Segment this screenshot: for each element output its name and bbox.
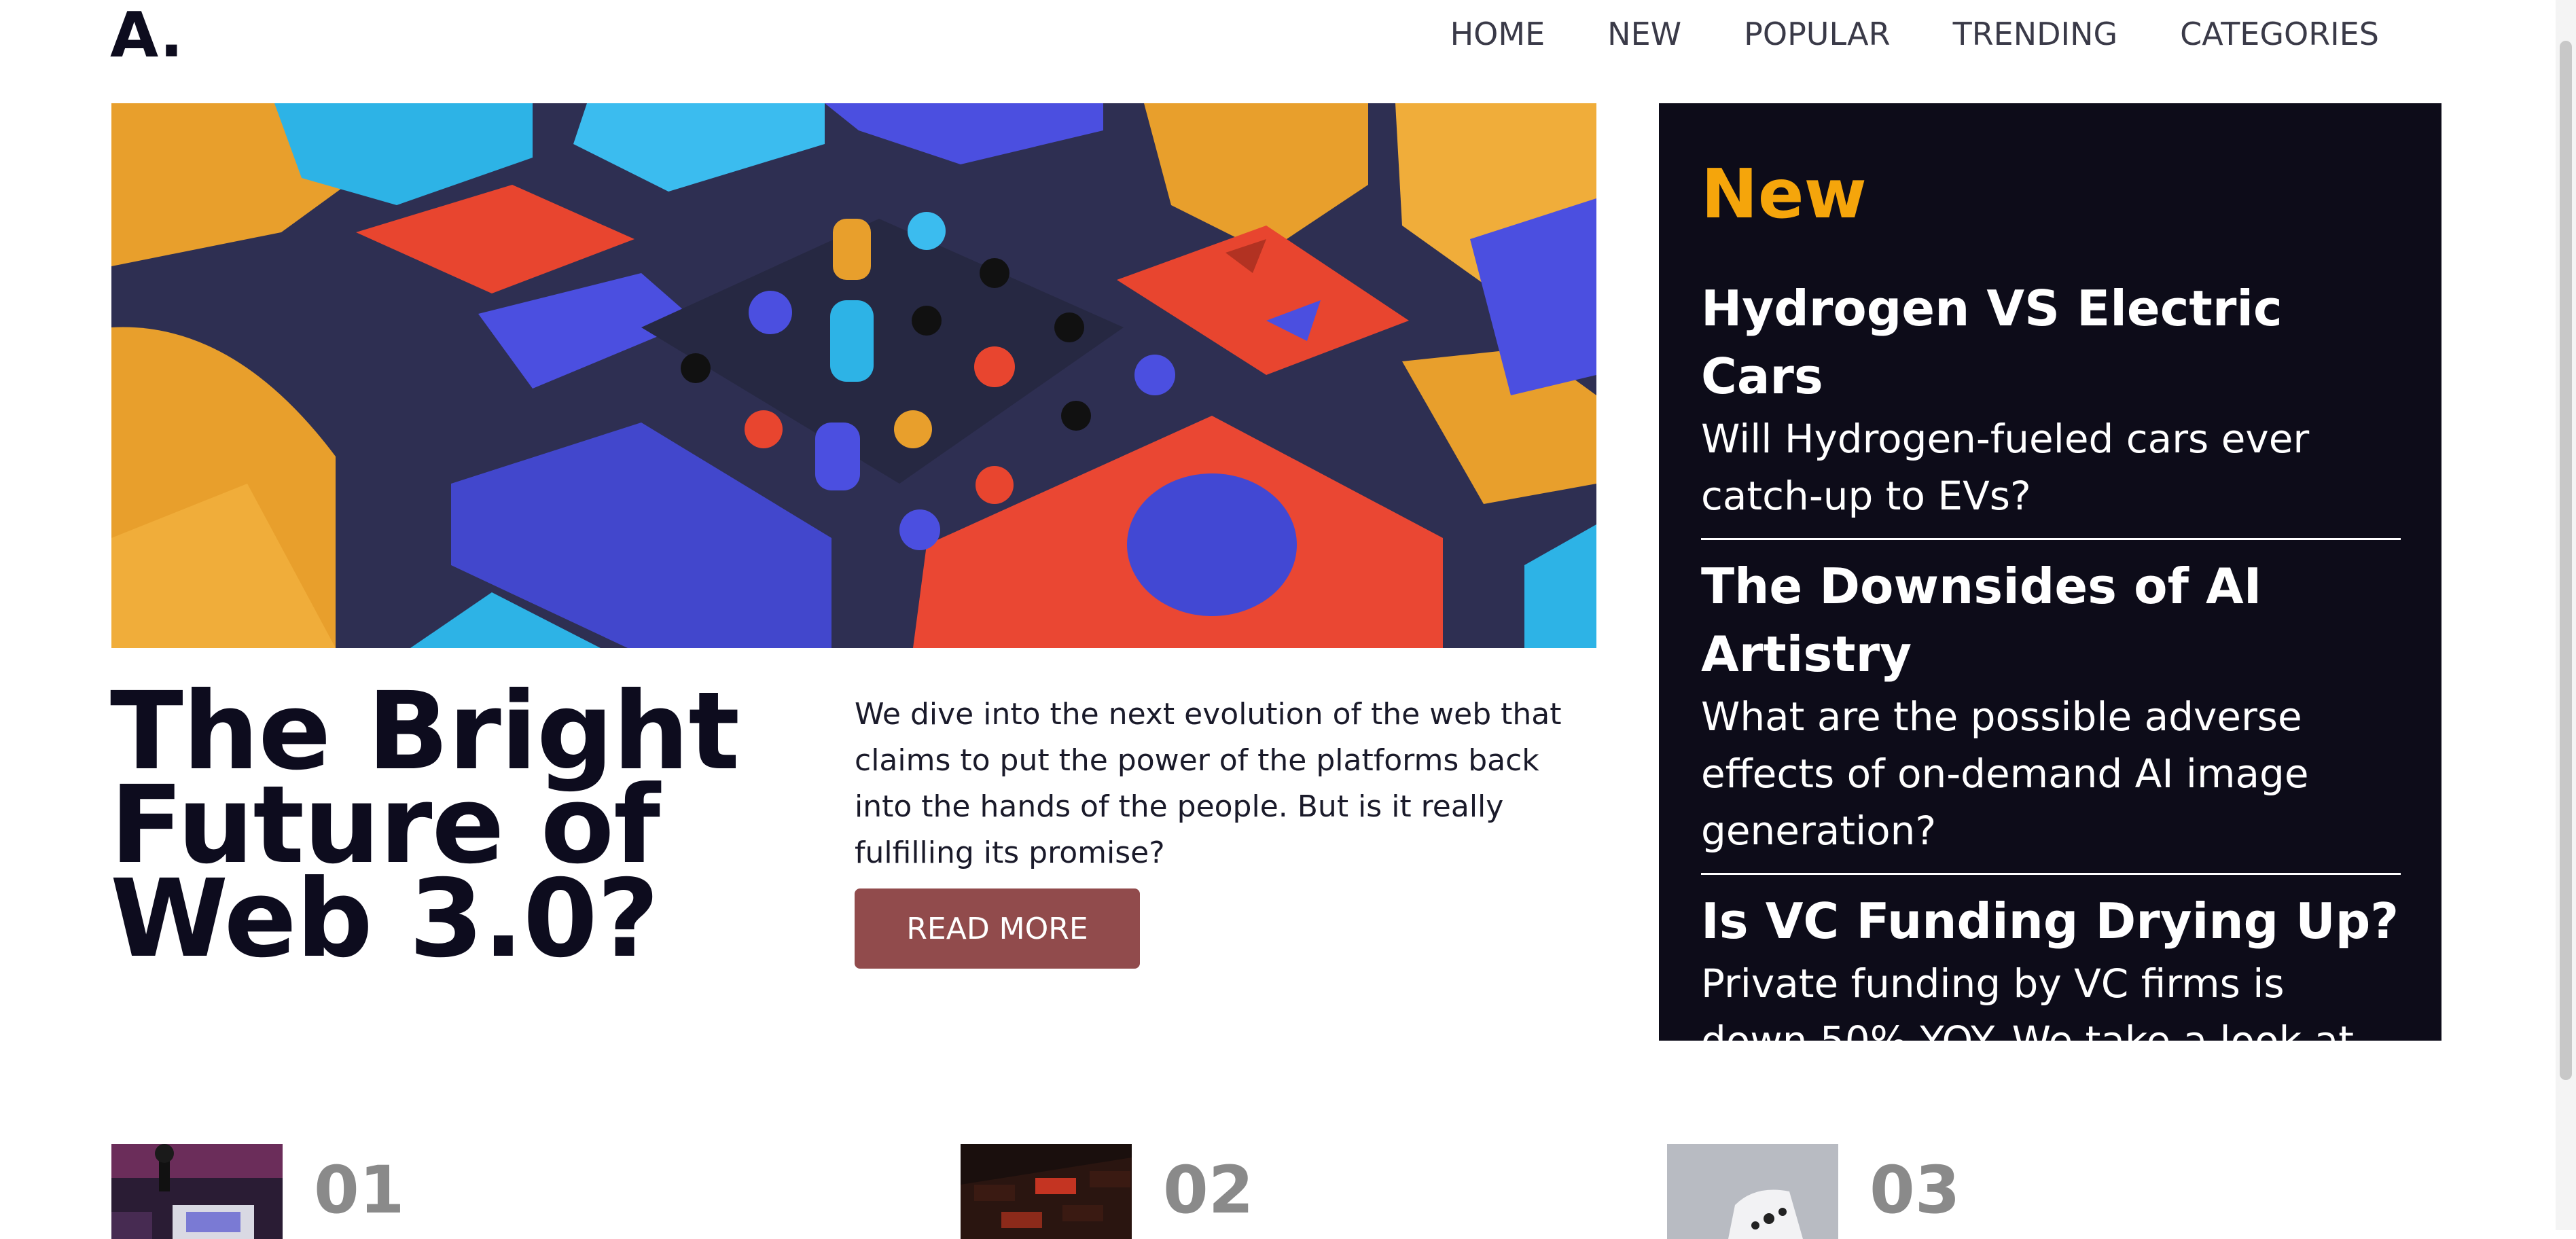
article-card-3[interactable]: 03 (1667, 1144, 1961, 1239)
article-thumbnail[interactable] (961, 1144, 1132, 1239)
new-article-title[interactable]: Is VC Funding Drying Up? (1701, 887, 2401, 955)
article-number: 01 (314, 1152, 405, 1228)
page-scrollbar[interactable] (2556, 0, 2576, 1230)
article-thumbnail[interactable] (1667, 1144, 1838, 1239)
nav-trending[interactable]: TRENDING (1953, 14, 2118, 54)
new-article-title[interactable]: Hydrogen VS Electric Cars (1701, 274, 2401, 410)
scrollbar-thumb[interactable] (2560, 41, 2572, 1080)
read-more-button[interactable]: READ MORE (855, 888, 1140, 969)
new-article-description: Will Hydrogen-fueled cars ever catch-up … (1701, 416, 2310, 519)
nav-categories[interactable]: CATEGORIES (2180, 14, 2379, 54)
article-number: 03 (1870, 1152, 1961, 1228)
article-card-2[interactable]: 02 (961, 1144, 1254, 1239)
new-article-description: Private funding by VC firms is down 50% … (1701, 960, 2354, 1041)
site-logo[interactable]: A. (110, 1, 183, 69)
article-card-1[interactable]: 01 (111, 1144, 405, 1239)
hero-image (111, 103, 1596, 648)
new-article-description: What are the possible adverse effects of… (1701, 694, 2309, 854)
nav-new[interactable]: NEW (1607, 14, 1681, 54)
hero-description: We dive into the next evolution of the w… (855, 697, 1562, 870)
new-article-item[interactable]: Is VC Funding Drying Up? Private funding… (1701, 873, 2401, 1041)
new-articles-panel: New Hydrogen VS Electric Cars Will Hydro… (1659, 103, 2441, 1041)
new-article-item[interactable]: Hydrogen VS Electric Cars Will Hydrogen-… (1701, 262, 2401, 538)
new-article-item[interactable]: The Downsides of AI Artistry What are th… (1701, 538, 2401, 873)
new-article-title[interactable]: The Downsides of AI Artistry (1701, 552, 2401, 688)
article-number: 02 (1163, 1152, 1254, 1228)
nav-home[interactable]: HOME (1450, 14, 1545, 54)
nav-popular[interactable]: POPULAR (1744, 14, 1890, 54)
hero-title: The Bright Future of Web 3.0? (110, 669, 740, 982)
article-thumbnail[interactable] (111, 1144, 283, 1239)
new-panel-heading: New (1701, 154, 1867, 234)
main-nav: HOME NEW POPULAR TRENDING CATEGORIES (1450, 14, 2379, 54)
